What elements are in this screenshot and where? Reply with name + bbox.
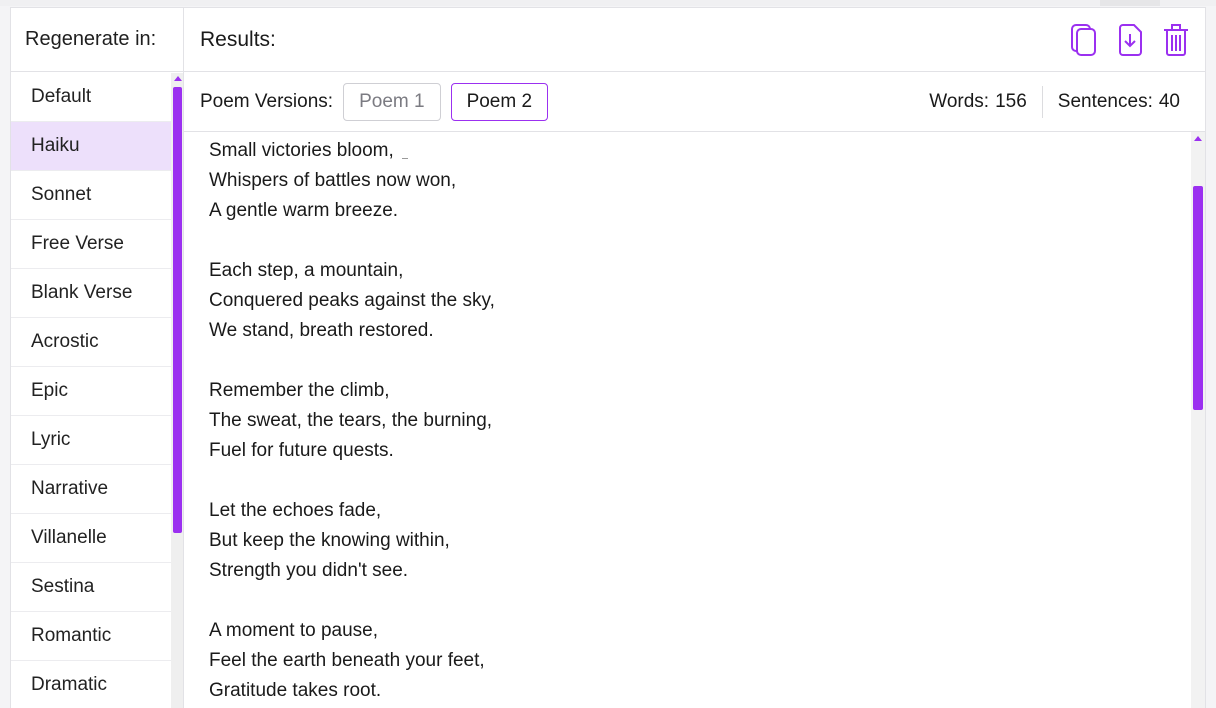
poem-stats: Words: 156 Sentences: 40 [914, 72, 1195, 132]
poem-line: Each step, a mountain, [209, 260, 404, 281]
poem-line: A gentle warm breeze. [209, 200, 399, 221]
copy-button[interactable] [1069, 22, 1099, 58]
poem-2-button[interactable]: Poem 2 [450, 82, 549, 121]
poem-line: Conquered peaks against the sky, [209, 290, 495, 311]
poem-line: Strength you didn't see. [209, 560, 409, 581]
poem-versions-label: Poem Versions: [200, 90, 334, 112]
stanza-gap [209, 226, 1169, 256]
scroll-up-arrow-icon[interactable] [1194, 136, 1202, 141]
poem-1-button[interactable]: Poem 1 [343, 82, 441, 121]
poem-line: Feel the earth beneath your feet, [209, 650, 485, 671]
poem-content-area[interactable]: Small victories bloom, Whispers of battl… [184, 132, 1205, 708]
header-actions [1069, 22, 1191, 58]
sidebar-scroll-thumb[interactable] [173, 87, 182, 533]
sidebar-item-dramatic[interactable]: Dramatic [11, 661, 171, 708]
copy-icon [1071, 24, 1096, 56]
download-icon [1119, 24, 1142, 56]
sidebar-item-free-verse[interactable]: Free Verse [11, 220, 171, 269]
sentence-count-label: Sentences: [1057, 91, 1153, 112]
stanza-gap [209, 586, 1169, 616]
poem-line: Gratitude takes root. [209, 680, 382, 701]
text-cursor [402, 158, 408, 159]
results-panel: Results: Poem Versions: Poem 1 Poem 2 Wo… [184, 7, 1206, 708]
poem-line: The sweat, the tears, the burning, [209, 410, 493, 431]
trash-icon [1164, 24, 1188, 56]
poem-line: Whispers of battles now won, [209, 170, 457, 191]
poem-line: But keep the knowing within, [209, 530, 450, 551]
content-scroll-thumb[interactable] [1193, 186, 1203, 410]
word-count: Words: 156 [914, 91, 1042, 113]
word-count-value: 156 [995, 91, 1027, 112]
sidebar-scrollbar[interactable] [171, 73, 183, 708]
poem-line: Fuel for future quests. [209, 440, 394, 461]
sidebar-item-romantic[interactable]: Romantic [11, 612, 171, 661]
download-button[interactable] [1115, 22, 1145, 58]
sidebar-title: Regenerate in: [11, 8, 183, 72]
sidebar-item-sonnet[interactable]: Sonnet [11, 171, 171, 220]
sentence-count: Sentences: 40 [1043, 91, 1195, 113]
sidebar-item-default[interactable]: Default [11, 73, 171, 122]
poem-line: Small victories bloom, [209, 140, 394, 161]
sidebar-item-narrative[interactable]: Narrative [11, 465, 171, 514]
sidebar-item-blank-verse[interactable]: Blank Verse [11, 269, 171, 318]
content-scrollbar[interactable] [1191, 132, 1205, 708]
sidebar-item-villanelle[interactable]: Villanelle [11, 514, 171, 563]
sidebar-item-acrostic[interactable]: Acrostic [11, 318, 171, 367]
scroll-up-arrow-icon[interactable] [174, 76, 182, 81]
stanza-gap [209, 466, 1169, 496]
top-strip [0, 0, 1216, 6]
sidebar-item-haiku[interactable]: Haiku [11, 122, 171, 171]
word-count-label: Words: [929, 91, 990, 112]
top-strip-tab [1100, 0, 1160, 6]
poem-style-list: Default Haiku Sonnet Free Verse Blank Ve… [11, 73, 171, 708]
poem-text[interactable]: Small victories bloom, Whispers of battl… [209, 136, 1169, 706]
poem-line: A moment to pause, [209, 620, 378, 641]
poem-line: We stand, breath restored. [209, 320, 434, 341]
regenerate-sidebar: Regenerate in: Default Haiku Sonnet Free… [10, 7, 184, 708]
results-title: Results: [200, 27, 276, 51]
poem-versions-bar: Poem Versions: Poem 1 Poem 2 Words: 156 … [184, 72, 1205, 132]
sidebar-item-lyric[interactable]: Lyric [11, 416, 171, 465]
poem-line: Remember the climb, [209, 380, 390, 401]
sidebar-item-epic[interactable]: Epic [11, 367, 171, 416]
sentence-count-value: 40 [1158, 91, 1180, 112]
delete-button[interactable] [1161, 22, 1191, 58]
results-header: Results: [184, 8, 1205, 72]
poem-line: Let the echoes fade, [209, 500, 382, 521]
sidebar-item-sestina[interactable]: Sestina [11, 563, 171, 612]
stanza-gap [209, 346, 1169, 376]
